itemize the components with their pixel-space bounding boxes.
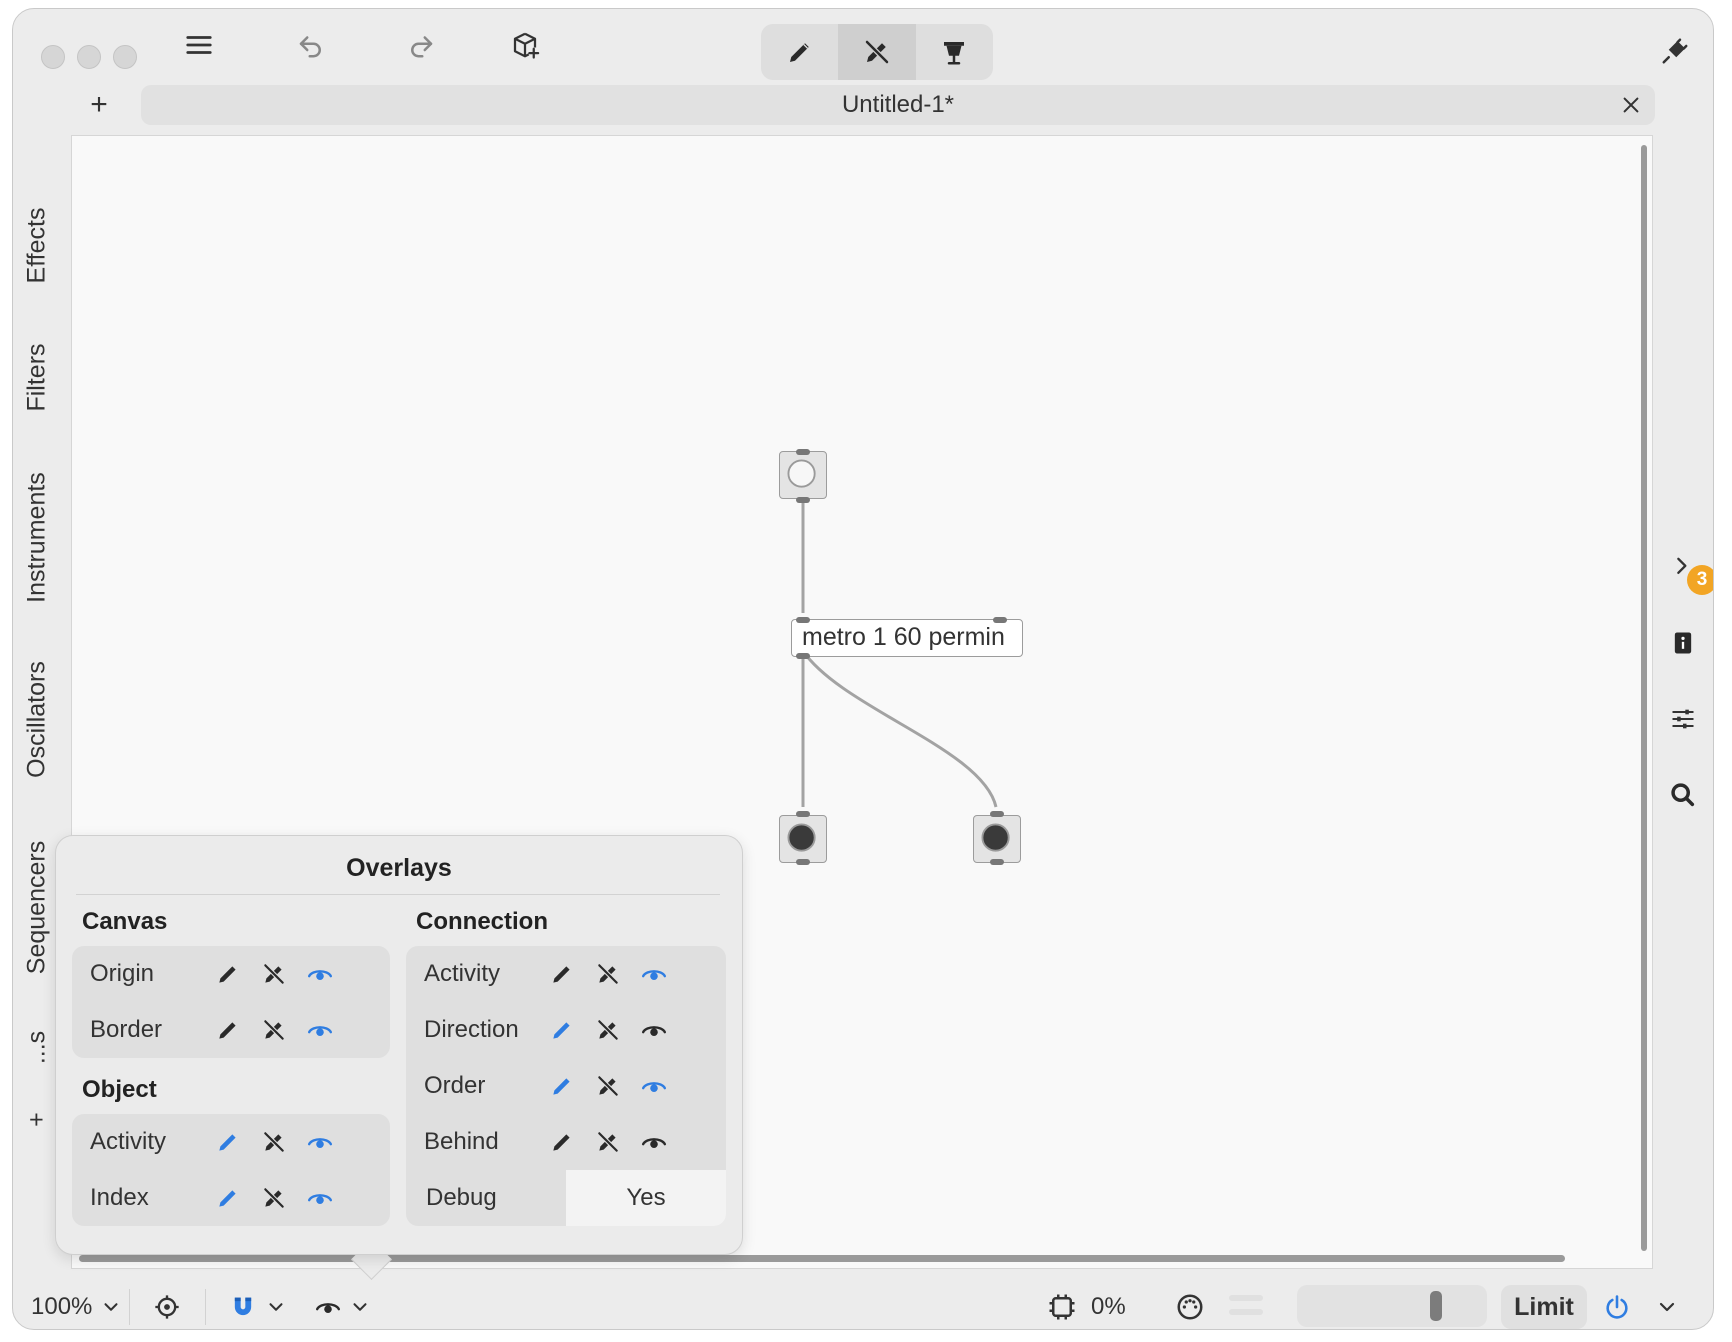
dsp-power-button[interactable] bbox=[1603, 1285, 1631, 1329]
overlay-row-label: Origin bbox=[90, 960, 155, 987]
edit-mode-toggle-icon[interactable] bbox=[546, 1070, 578, 1102]
vertical-scrollbar[interactable] bbox=[1641, 145, 1647, 1251]
bang-object-left[interactable] bbox=[779, 815, 827, 863]
view-toggle-icon[interactable] bbox=[638, 1126, 670, 1158]
overlay-row: Activity bbox=[72, 1114, 390, 1170]
cpu-meter: 0% bbox=[1047, 1285, 1126, 1329]
volume-slider[interactable] bbox=[1297, 1285, 1487, 1327]
view-toggle-icon[interactable] bbox=[304, 1126, 336, 1158]
view-toggle-icon[interactable] bbox=[638, 1014, 670, 1046]
bang-left-outlet[interactable] bbox=[796, 859, 810, 865]
edit-mode-toggle-icon[interactable] bbox=[546, 958, 578, 990]
crosshair-icon bbox=[155, 1295, 179, 1319]
volume-slider-knob[interactable] bbox=[1429, 1291, 1442, 1321]
midi-icon bbox=[1177, 1294, 1203, 1320]
run-mode-toggle-icon[interactable] bbox=[258, 958, 290, 990]
bang-object[interactable] bbox=[779, 451, 827, 499]
app-window: + Untitled-1* Effects Filters Instrument… bbox=[12, 8, 1714, 1330]
chevron-down-icon bbox=[269, 1303, 283, 1311]
run-mode-toggle-icon[interactable] bbox=[592, 958, 624, 990]
bang-inlet[interactable] bbox=[796, 449, 810, 455]
run-mode-toggle-icon[interactable] bbox=[258, 1126, 290, 1158]
bang-right-inlet[interactable] bbox=[990, 811, 1004, 817]
canvas-section-header: Canvas bbox=[82, 908, 168, 935]
documentation-icon[interactable] bbox=[1663, 623, 1703, 663]
edit-mode-toggle-icon[interactable] bbox=[212, 958, 244, 990]
view-toggle-icon[interactable] bbox=[638, 1070, 670, 1102]
limit-button[interactable]: Limit bbox=[1501, 1285, 1587, 1329]
view-toggle-icon[interactable] bbox=[304, 958, 336, 990]
run-mode-toggle-icon[interactable] bbox=[592, 1014, 624, 1046]
view-toggle-icon[interactable] bbox=[304, 1182, 336, 1214]
metro-inlet-left[interactable] bbox=[796, 617, 810, 623]
overlay-row: Index bbox=[72, 1170, 390, 1226]
overlay-row-label: Activity bbox=[424, 960, 501, 987]
overlay-row-label: Behind bbox=[424, 1128, 499, 1155]
more-options-button[interactable] bbox=[1655, 1285, 1679, 1329]
object-section-header: Object bbox=[82, 1076, 157, 1103]
metro-outlet[interactable] bbox=[796, 653, 810, 659]
overlays-toggle[interactable] bbox=[315, 1285, 371, 1329]
divider bbox=[129, 1289, 130, 1325]
connection-section-header: Connection bbox=[416, 908, 548, 935]
settings-sliders-icon[interactable] bbox=[1663, 699, 1703, 739]
run-mode-toggle-icon[interactable] bbox=[258, 1014, 290, 1046]
power-icon bbox=[1606, 1295, 1628, 1319]
overlay-row-label: Border bbox=[90, 1016, 163, 1043]
run-mode-toggle-icon[interactable] bbox=[592, 1126, 624, 1158]
overlay-row-label: Index bbox=[90, 1184, 149, 1211]
bang-object-right[interactable] bbox=[973, 815, 1021, 863]
bang-left-inlet[interactable] bbox=[796, 811, 810, 817]
zoom-level: 100% bbox=[31, 1293, 93, 1320]
bang-outlet[interactable] bbox=[796, 497, 810, 503]
view-toggle-icon[interactable] bbox=[304, 1014, 336, 1046]
debug-label: Debug bbox=[426, 1184, 497, 1211]
edit-mode-toggle-icon[interactable] bbox=[546, 1126, 578, 1158]
cpu-percent: 0% bbox=[1091, 1293, 1126, 1320]
notification-badge: 3 bbox=[1687, 565, 1713, 595]
horizontal-scrollbar[interactable] bbox=[79, 1255, 1565, 1262]
overlay-row: Border bbox=[72, 1002, 390, 1058]
edit-mode-toggle-icon[interactable] bbox=[212, 1182, 244, 1214]
overlay-row-label: Activity bbox=[90, 1128, 167, 1155]
object-overlay-group: Activity Index bbox=[72, 1114, 390, 1226]
overlay-row: Direction bbox=[406, 1002, 726, 1058]
overlay-row: Activity bbox=[406, 946, 726, 1002]
edit-mode-toggle-icon[interactable] bbox=[212, 1014, 244, 1046]
run-mode-toggle-icon[interactable] bbox=[258, 1182, 290, 1214]
debug-row: Debug Yes bbox=[406, 1170, 726, 1226]
level-meter bbox=[1229, 1295, 1263, 1319]
view-toggle-icon[interactable] bbox=[638, 958, 670, 990]
run-mode-toggle-icon[interactable] bbox=[592, 1070, 624, 1102]
debug-select[interactable]: Yes bbox=[566, 1170, 726, 1226]
canvas-overlay-group: Origin Border bbox=[72, 946, 390, 1058]
midi-button[interactable] bbox=[1175, 1285, 1205, 1329]
chevron-down-icon bbox=[353, 1303, 367, 1311]
overlay-row-label: Direction bbox=[424, 1016, 519, 1043]
divider bbox=[76, 894, 720, 895]
snap-grid-toggle[interactable] bbox=[229, 1285, 287, 1329]
chevron-down-icon bbox=[1659, 1302, 1675, 1312]
overlay-row: Behind bbox=[406, 1114, 726, 1170]
metro-inlet-right[interactable] bbox=[993, 617, 1007, 623]
metro-object[interactable]: metro 1 60 permin bbox=[791, 619, 1023, 657]
popover-title: Overlays bbox=[346, 854, 452, 882]
overlay-row-label: Order bbox=[424, 1072, 486, 1099]
eye-icon bbox=[315, 1303, 341, 1313]
bang-right-outlet[interactable] bbox=[990, 859, 1004, 865]
magnet-icon bbox=[234, 1297, 252, 1316]
cpu-icon bbox=[1049, 1294, 1075, 1320]
recenter-button[interactable] bbox=[153, 1285, 181, 1329]
edit-mode-toggle-icon[interactable] bbox=[546, 1014, 578, 1046]
zoom-selector[interactable]: 100% bbox=[31, 1285, 122, 1329]
chevron-down-icon bbox=[104, 1303, 118, 1311]
search-icon[interactable] bbox=[1663, 775, 1703, 815]
overlay-row: Order bbox=[406, 1058, 726, 1114]
edit-mode-toggle-icon[interactable] bbox=[212, 1126, 244, 1158]
overlays-popover: Overlays Canvas Origin Border Object Act… bbox=[55, 835, 743, 1255]
overlay-row: Origin bbox=[72, 946, 390, 1002]
divider bbox=[205, 1289, 206, 1325]
connection-overlay-group: Activity Direction Order Behind Debug Ye… bbox=[406, 946, 726, 1226]
